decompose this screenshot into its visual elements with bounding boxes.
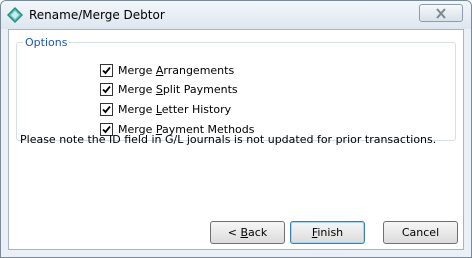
checkmark-icon (102, 105, 111, 114)
merge-split-payments-label: Merge Split Payments (118, 83, 238, 96)
window-title: Rename/Merge Debtor (29, 8, 165, 22)
close-icon (436, 8, 446, 19)
dialog-body: Options Merge Arrangements Merge Split P… (8, 29, 464, 250)
gl-journal-note: Please note the ID field in G/L journals… (20, 133, 437, 146)
merge-split-payments-checkbox[interactable] (100, 83, 113, 96)
close-button[interactable] (419, 4, 463, 22)
merge-letter-history-checkbox[interactable] (100, 103, 113, 116)
checkmark-icon (102, 66, 111, 75)
dialog-window: Rename/Merge Debtor Options Merge Arrang… (0, 0, 472, 258)
merge-arrangements-checkbox[interactable] (100, 64, 113, 77)
cancel-button[interactable]: Cancel (383, 221, 458, 244)
merge-letter-history-label: Merge Letter History (118, 103, 232, 116)
back-button[interactable]: < Back (210, 221, 285, 244)
app-icon (7, 7, 23, 23)
checkmark-icon (102, 85, 111, 94)
options-group: Options Merge Arrangements Merge Split P… (16, 36, 456, 141)
merge-arrangements-label: Merge Arrangements (118, 64, 235, 77)
title-bar[interactable]: Rename/Merge Debtor (1, 1, 471, 29)
finish-button[interactable]: Finish (290, 221, 365, 244)
options-legend: Options (25, 36, 68, 49)
